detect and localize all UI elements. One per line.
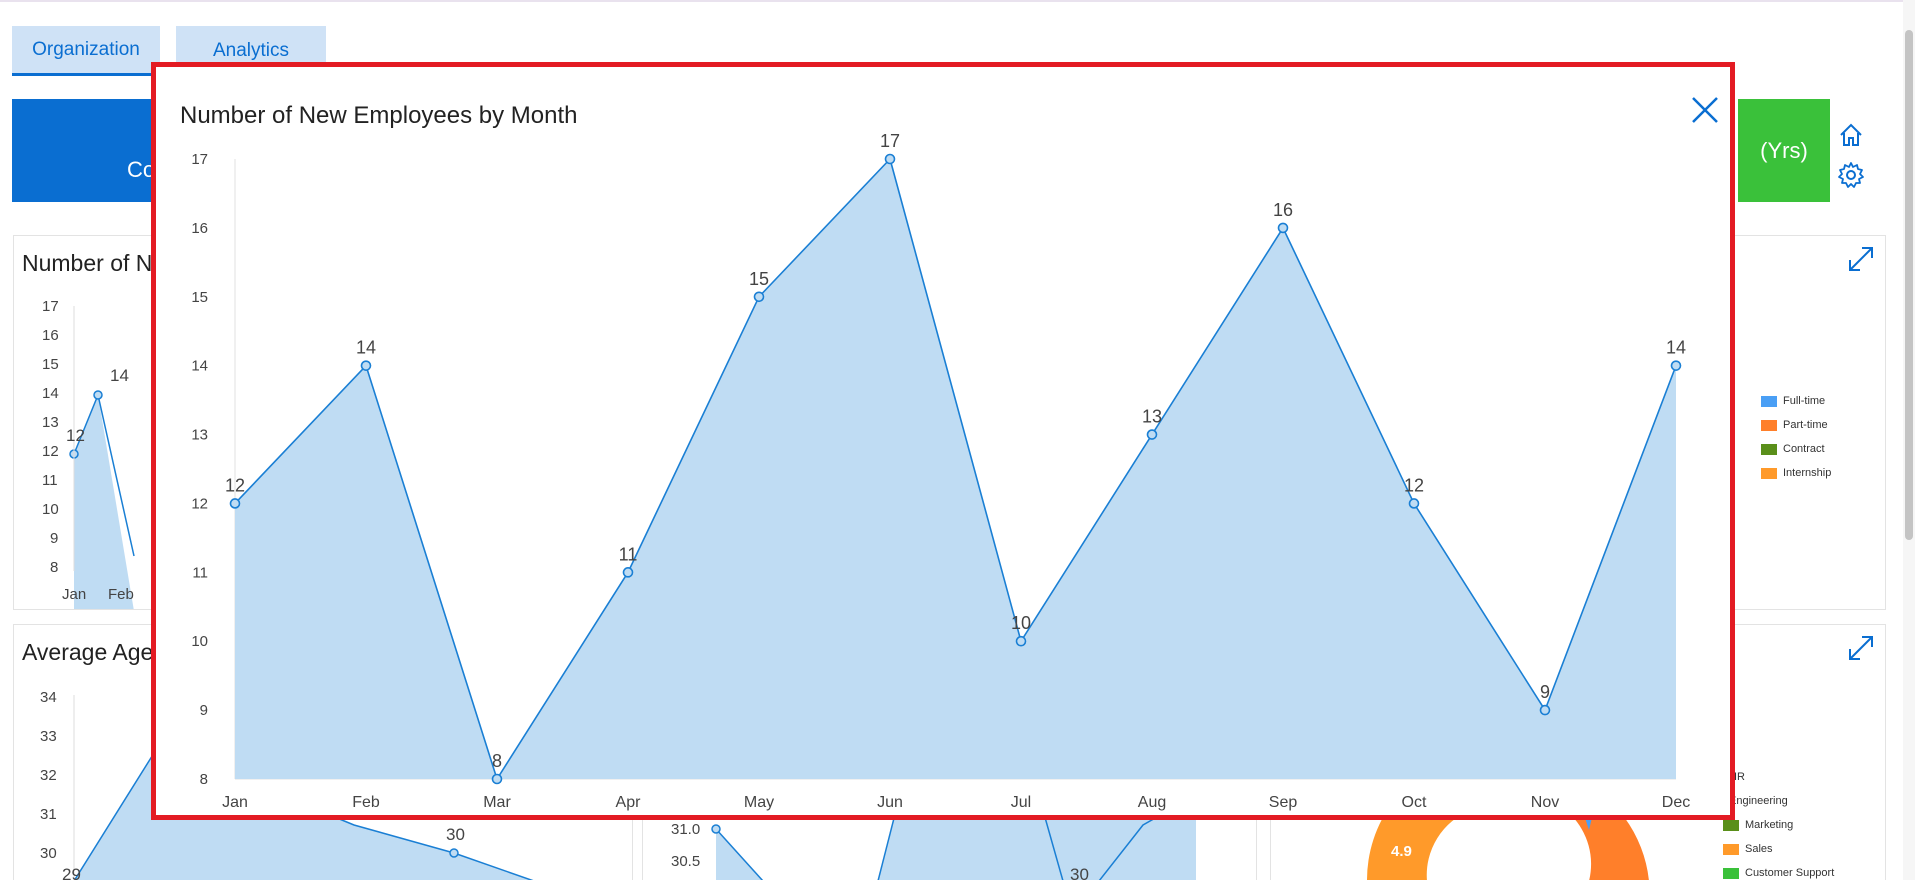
legend-item: Internship <box>1761 467 1831 479</box>
data-point <box>229 498 241 509</box>
x-tick-label: Feb <box>352 794 380 811</box>
mini-y-tick: 8 <box>50 559 59 576</box>
kpi-tile-green: (Yrs) <box>1738 99 1830 202</box>
series-area <box>235 159 1676 779</box>
data-label: 13 <box>1142 407 1162 427</box>
kpi-green-label: (Yrs) <box>1760 137 1808 163</box>
chart-modal: Number of New Employees by Month 17 16 15 1… <box>151 62 1735 820</box>
donut-data-label: 4.9 <box>1391 843 1412 860</box>
x-tick-label: Aug <box>1138 794 1166 811</box>
data-label: 10 <box>1011 613 1031 633</box>
y-tick-label: 13 <box>191 427 208 444</box>
data-label: 11 <box>619 544 638 564</box>
x-tick-label: Mar <box>483 794 511 811</box>
y-tick-label: 16 <box>191 220 208 237</box>
mini-y-tick: 13 <box>42 414 59 431</box>
x-tick-label: Jan <box>222 794 248 811</box>
data-label: 14 <box>356 338 376 358</box>
y-tick-label: 9 <box>200 702 208 719</box>
top-border <box>0 0 1915 2</box>
home-icon[interactable] <box>1836 120 1866 150</box>
gear-icon[interactable] <box>1836 160 1866 190</box>
mini-y-tick: 14 <box>42 385 59 402</box>
x-tick-label: Sep <box>1269 794 1298 811</box>
mini-y-tick: 11 <box>42 472 58 489</box>
x-tick-label: Apr <box>616 794 642 811</box>
tenure-y-tick: 30.5 <box>671 853 701 870</box>
age-data-label: 30 <box>446 825 465 844</box>
x-tick-label: Dec <box>1662 794 1690 811</box>
legend-item: Customer Support <box>1723 867 1834 879</box>
data-point <box>360 360 372 371</box>
page-scrollbar[interactable] <box>1903 0 1915 880</box>
x-tick-label: May <box>744 794 774 811</box>
mini-x-tick: Jan <box>62 586 87 603</box>
data-point <box>753 291 765 303</box>
age-data-label: 29 <box>62 865 81 880</box>
x-tick-label: Jun <box>877 794 903 811</box>
data-label: 12 <box>225 475 245 495</box>
legend-item: Marketing <box>1723 819 1793 831</box>
kpi-tile-blue: Co <box>12 99 162 202</box>
mini-data-label: 14 <box>110 366 129 385</box>
tenure-data-label: 30 <box>1070 865 1089 880</box>
legend-item: Contract <box>1761 443 1825 455</box>
x-tick-label: Jul <box>1011 794 1031 811</box>
data-label: 17 <box>880 131 900 151</box>
mini-y-tick: 17 <box>42 298 59 315</box>
legend-item: Full-time <box>1761 395 1825 407</box>
y-tick-label: 12 <box>191 495 208 512</box>
x-tick-label: Oct <box>1402 794 1427 811</box>
expand-icon[interactable] <box>1846 244 1876 274</box>
age-y-tick: 34 <box>40 689 57 706</box>
mini-y-tick: 16 <box>42 327 59 344</box>
data-label: 12 <box>1404 475 1424 495</box>
data-label: 9 <box>1540 682 1550 702</box>
data-label: 15 <box>749 269 769 289</box>
data-point <box>1277 222 1289 234</box>
age-y-tick: 30 <box>40 845 57 862</box>
data-label: 16 <box>1273 200 1293 220</box>
tenure-y-tick: 31.0 <box>671 821 701 838</box>
data-point <box>1146 429 1158 440</box>
mini-x-tick: Feb <box>108 586 134 603</box>
y-tick-label: 11 <box>192 564 208 581</box>
mini-y-tick: 15 <box>42 356 59 373</box>
age-y-tick: 32 <box>40 767 57 784</box>
data-point <box>622 567 634 578</box>
data-label: 14 <box>1666 338 1686 358</box>
mini-data-label: 12 <box>66 426 85 445</box>
age-y-tick: 33 <box>40 728 57 745</box>
new-employees-area-chart: 17 16 15 14 13 12 11 10 9 8 Jan Feb Mar Apr May Jun Jul A… <box>191 131 1690 811</box>
y-tick-label: 10 <box>191 633 208 650</box>
age-y-tick: 31 <box>40 806 57 823</box>
x-tick-label: Nov <box>1531 794 1559 811</box>
mini-y-tick: 9 <box>50 530 59 547</box>
data-point <box>491 773 503 785</box>
mini-y-tick: 10 <box>42 501 59 518</box>
y-tick-label: 8 <box>200 771 208 788</box>
tab-organization[interactable]: Organization <box>12 26 160 76</box>
data-label: 8 <box>492 751 502 771</box>
legend-item: Part-time <box>1761 419 1828 431</box>
data-point <box>884 153 896 165</box>
legend-item: Sales <box>1723 843 1773 855</box>
data-point <box>1670 360 1682 371</box>
data-point <box>1539 704 1551 716</box>
y-tick-label: 17 <box>191 151 208 168</box>
scrollbar-thumb[interactable] <box>1905 30 1913 540</box>
mini-y-tick: 12 <box>42 443 59 460</box>
y-tick-label: 14 <box>191 358 208 375</box>
data-point <box>1015 635 1027 647</box>
y-tick-label: 15 <box>191 289 208 306</box>
data-point <box>1408 498 1420 509</box>
